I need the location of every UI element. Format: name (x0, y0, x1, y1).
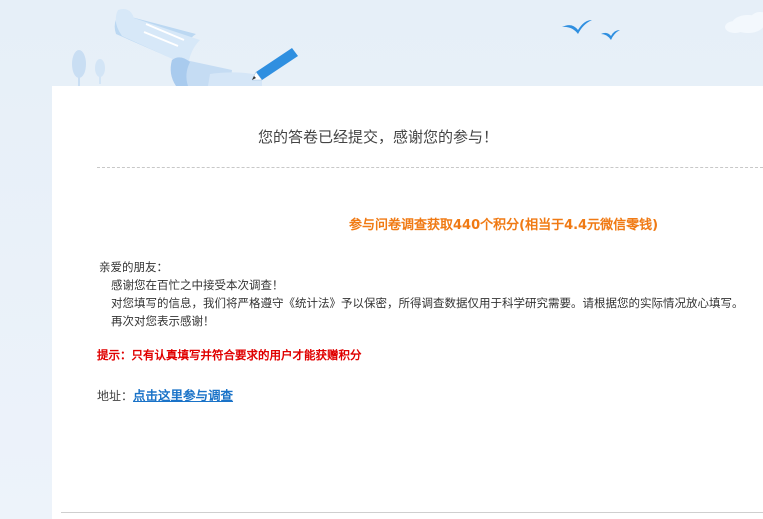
letter-greeting: 亲爱的朋友： (99, 260, 168, 274)
address-label: 地址： (97, 389, 134, 403)
thanks-message: 您的答卷已经提交，感谢您的参与！ (258, 128, 499, 146)
header-banner (72, 9, 763, 86)
survey-complete-page: 您的答卷已经提交，感谢您的参与！ 参与问卷调查获取440个积分(相当于4.4元微… (0, 0, 763, 519)
cloud-icon (725, 12, 763, 33)
letter-block: 亲爱的朋友： 感谢您在百忙之中接受本次调查！ 对您填写的信息，我们将严格遵守《统… (99, 258, 744, 330)
footer-divider (61, 512, 763, 513)
survey-link[interactable]: 点击这里参与调查 (133, 388, 233, 403)
address-row: 地址：点击这里参与调查 (97, 385, 233, 404)
tree-icon (72, 50, 105, 86)
dashed-divider (97, 167, 763, 168)
scroll-paper-icon (114, 9, 262, 86)
tip-text: 提示：只有认真填写并符合要求的用户才能获赠积分 (97, 348, 362, 362)
letter-line-1: 感谢您在百忙之中接受本次调查！ (111, 278, 284, 292)
letter-line-3: 再次对您表示感谢！ (111, 314, 215, 328)
pen-icon (251, 48, 298, 81)
result-card: 您的答卷已经提交，感谢您的参与！ 参与问卷调查获取440个积分(相当于4.4元微… (52, 86, 763, 519)
reward-text: 参与问卷调查获取440个积分(相当于4.4元微信零钱) (349, 218, 659, 233)
bird-icon (562, 20, 620, 40)
letter-line-2: 对您填写的信息，我们将严格遵守《统计法》予以保密，所得调查数据仅用于科学研究需要… (111, 296, 744, 310)
